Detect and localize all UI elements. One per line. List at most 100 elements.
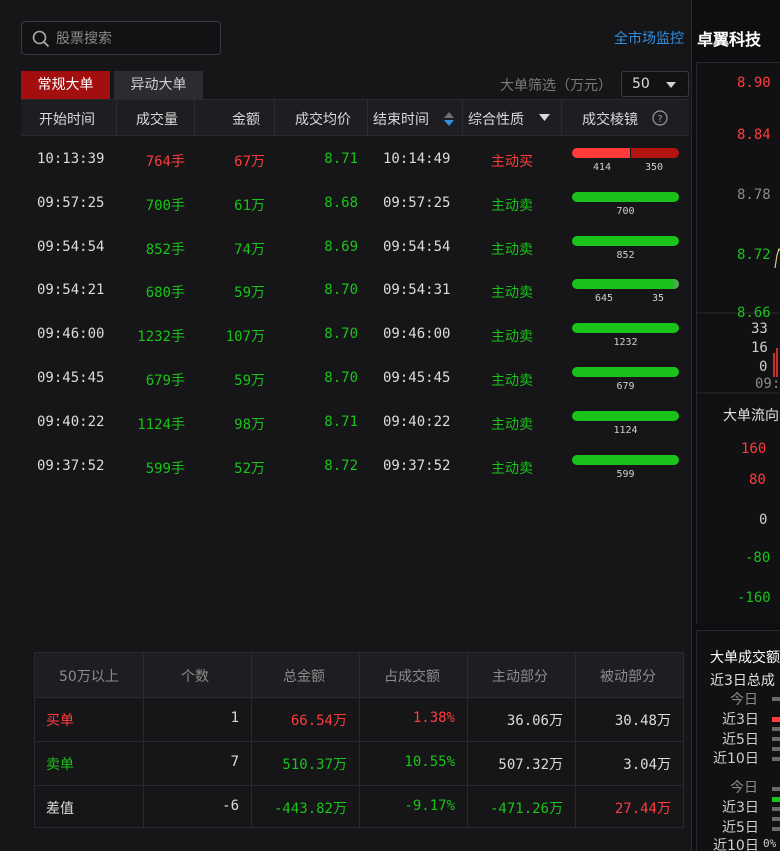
amount-title: 大单成交额 — [710, 650, 780, 666]
cell-amount: 98万 — [234, 416, 265, 433]
stock-name: 卓翼科技 — [697, 30, 762, 49]
svg-text:?: ? — [657, 114, 662, 125]
prism-bar — [572, 279, 679, 290]
cell-start-time: 10:13:39 — [37, 151, 105, 167]
big-order-panel: 常规大单 异动大单 大单筛选（万元） 50 开始时间 成交量 金额 成交均价 结… — [0, 0, 692, 851]
cell-volume: 1232手 — [137, 329, 185, 346]
cell-end-time: 09:46:00 — [383, 326, 451, 343]
intraday-chart-panel: 8.90 8.84 8.78 8.72 8.66 33 16 0 09:3 大单… — [696, 62, 780, 624]
col-end-time[interactable]: 结束时间 — [373, 109, 429, 129]
cell-avg-price: 8.70 — [324, 282, 358, 299]
prism-label: 1124 — [613, 424, 638, 436]
summary-pct: -9.17% — [404, 798, 455, 814]
cell-start-time: 09:37:52 — [37, 457, 105, 474]
cell-avg-price: 8.70 — [324, 370, 358, 386]
col-avg-price[interactable]: 成交均价 — [295, 109, 351, 129]
flow-tick: 160 — [741, 441, 767, 457]
tab-regular-big-orders[interactable]: 常规大单 — [21, 71, 110, 99]
price-tick: 8.90 — [737, 75, 771, 91]
summary-table: 50万以上 个数 总金额 占成交额 主动部分 被动部分 买单 1 66.54万 … — [34, 652, 684, 828]
table-row[interactable]: 09:54:21 680手 59万 8.70 09:54:31 主动卖 645 35 — [21, 268, 689, 312]
flow-tick: -80 — [745, 550, 771, 566]
col-prism: 成交棱镜 — [582, 112, 638, 128]
col-amount[interactable]: 金额 — [232, 109, 260, 129]
amount-mini-bars — [772, 697, 780, 831]
sort-icon[interactable] — [444, 112, 454, 126]
stock-search-box[interactable] — [21, 21, 221, 55]
filter-value: 50 — [632, 76, 650, 92]
tab-abnormal-big-orders[interactable]: 异动大单 — [114, 71, 203, 99]
cell-amount: 107万 — [225, 329, 265, 346]
amount-subtitle: 近3日总成 — [710, 673, 775, 689]
summary-passive: 27.44万 — [614, 801, 671, 817]
table-row[interactable]: 10:13:39 764手 67万 8.71 10:14:49 主动买 414 350 — [21, 137, 689, 181]
cell-volume: 599手 — [145, 460, 185, 477]
summary-total: -443.82万 — [273, 801, 347, 817]
prism-label: 35 — [652, 293, 665, 305]
prism-label: 645 — [595, 293, 614, 305]
help-icon[interactable]: ? — [652, 110, 668, 126]
price-tick: 8.66 — [737, 305, 771, 321]
search-input[interactable] — [56, 28, 212, 50]
period-label: 近5日 — [722, 820, 759, 836]
cell-start-time: 09:57:25 — [37, 194, 105, 211]
volume-tick: 0 — [759, 359, 768, 375]
table-row[interactable]: 09:37:52 599手 52万 8.72 09:37:52 主动卖 599 — [21, 444, 689, 488]
table-row[interactable]: 09:46:00 1232手 107万 8.70 09:46:00 主动卖 1232 — [21, 312, 689, 356]
prism-label: 350 — [645, 162, 664, 173]
summary-count: -6 — [222, 798, 239, 814]
prism-label: 679 — [616, 381, 635, 392]
price-tick: 8.72 — [737, 247, 771, 263]
cell-avg-price: 8.71 — [324, 413, 358, 430]
prism-label: 852 — [616, 249, 635, 261]
cell-nature: 主动卖 — [491, 329, 533, 346]
prism-bar — [572, 191, 679, 202]
cell-nature: 主动卖 — [491, 285, 533, 302]
summary-passive: 3.04万 — [623, 757, 671, 773]
cell-volume: 1124手 — [137, 416, 185, 433]
amount-fragment: 0% — [763, 837, 777, 850]
prism-sell-segment — [630, 148, 679, 158]
volume-tick: 33 — [751, 321, 768, 337]
table-row[interactable]: 09:40:22 1124手 98万 8.71 09:40:22 主动卖 1124 — [21, 400, 689, 444]
period-label: 近3日 — [722, 800, 759, 816]
summary-label: 卖单 — [46, 757, 74, 773]
summary-count: 7 — [230, 754, 239, 770]
summary-total: 510.37万 — [282, 757, 347, 773]
flow-tick: 80 — [749, 472, 766, 488]
search-icon — [32, 30, 50, 48]
summary-label: 差值 — [46, 801, 74, 817]
summary-label: 买单 — [46, 713, 74, 729]
flow-tick: -160 — [737, 590, 771, 606]
col-divider — [116, 100, 117, 136]
table-row[interactable]: 09:45:45 679手 59万 8.70 09:45:45 主动卖 679 — [21, 356, 689, 400]
prism-label: 700 — [616, 205, 635, 217]
cell-end-time: 10:14:49 — [383, 151, 451, 167]
cell-end-time: 09:40:22 — [383, 413, 451, 430]
volume-tick: 16 — [751, 340, 768, 356]
table-row[interactable]: 09:54:54 852手 74万 8.69 09:54:54 主动卖 852 — [21, 225, 689, 269]
col-divider — [367, 100, 368, 136]
cell-end-time: 09:54:54 — [383, 238, 451, 255]
col-nature[interactable]: 综合性质 — [468, 109, 524, 129]
prism-bar — [572, 367, 679, 377]
summary-active: 507.32万 — [498, 757, 563, 773]
col-divider — [462, 100, 463, 136]
time-axis-start: 09:3 — [755, 376, 780, 392]
col-volume[interactable]: 成交量 — [136, 109, 178, 129]
cell-avg-price: 8.72 — [324, 457, 358, 474]
summary-col-total: 总金额 — [283, 669, 325, 685]
market-monitor-link[interactable]: 全市场监控 — [614, 28, 684, 48]
filter-dropdown-icon[interactable] — [539, 114, 550, 122]
prism-bar — [572, 410, 679, 421]
col-start-time[interactable]: 开始时间 — [39, 109, 95, 129]
summary-active: -471.26万 — [489, 801, 563, 817]
col-divider — [561, 100, 562, 136]
summary-col-pct: 占成交额 — [384, 669, 440, 685]
filter-threshold-select[interactable]: 50 — [621, 71, 689, 97]
cell-avg-price: 8.71 — [324, 151, 358, 167]
table-row[interactable]: 09:57:25 700手 61万 8.68 09:57:25 主动卖 700 — [21, 181, 689, 225]
period-label: 今日 — [730, 692, 758, 708]
cell-end-time: 09:45:45 — [383, 370, 451, 386]
summary-passive: 30.48万 — [614, 713, 671, 729]
